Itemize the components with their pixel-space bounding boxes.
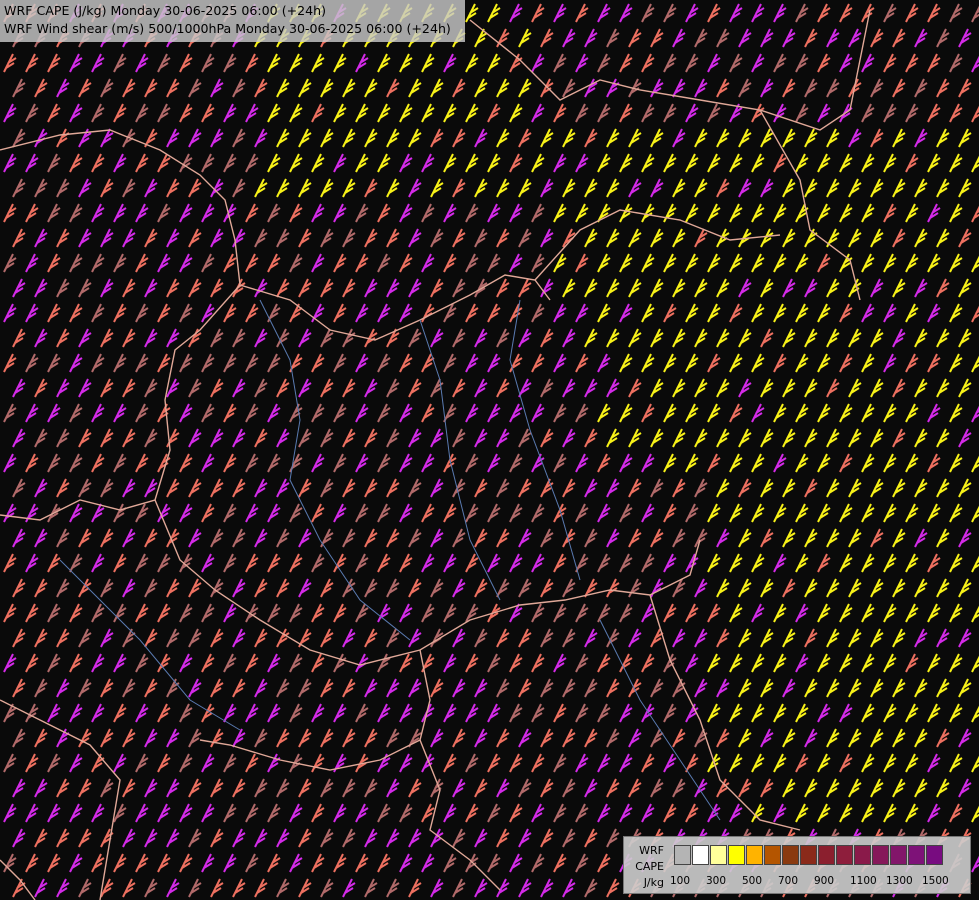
legend-swatch — [836, 845, 853, 865]
title-wind-shear: WRF Wind shear (m/s) 500/1000hPa Monday … — [4, 21, 451, 36]
legend-swatch — [692, 845, 709, 865]
legend-tick-label: 900 — [814, 875, 835, 887]
legend-label-model: WRF — [639, 844, 664, 857]
title-cape: WRF CAPE (J/kg) Monday 30-06-2025 06:00 … — [4, 3, 327, 18]
legend-swatch — [728, 845, 745, 865]
legend-swatch — [890, 845, 907, 865]
legend-tick-label: 300 — [706, 875, 727, 887]
legend-label-variable: CAPE — [635, 860, 664, 873]
legend-label-unit: J/kg — [643, 876, 664, 889]
legend-swatch — [908, 845, 925, 865]
cape-legend: WRF CAPE J/kg 100 300 500 700 900 1100 1300 150… — [623, 836, 971, 894]
legend-tick-label: 1500 — [922, 875, 949, 887]
legend-tick-label: 700 — [778, 875, 799, 887]
weather-map — [0, 0, 979, 900]
legend-swatch — [674, 845, 691, 865]
legend-swatch — [926, 845, 943, 865]
legend-swatch — [746, 845, 763, 865]
legend-swatch — [818, 845, 835, 865]
legend-tick-label: 100 — [670, 875, 691, 887]
legend-tick-label: 1100 — [850, 875, 877, 887]
map-title-box: WRF CAPE (J/kg) Monday 30-06-2025 06:00 … — [0, 0, 465, 42]
legend-swatch — [872, 845, 889, 865]
legend-tick-labels: 100 300 500 700 900 1100 1300 1500 — [670, 875, 970, 889]
legend-tick-label: 500 — [742, 875, 763, 887]
legend-swatch — [800, 845, 817, 865]
legend-tick-label: 1300 — [886, 875, 913, 887]
legend-swatch — [782, 845, 799, 865]
legend-swatch — [854, 845, 871, 865]
legend-swatch — [710, 845, 727, 865]
legend-color-swatches — [674, 845, 944, 865]
legend-swatch — [764, 845, 781, 865]
